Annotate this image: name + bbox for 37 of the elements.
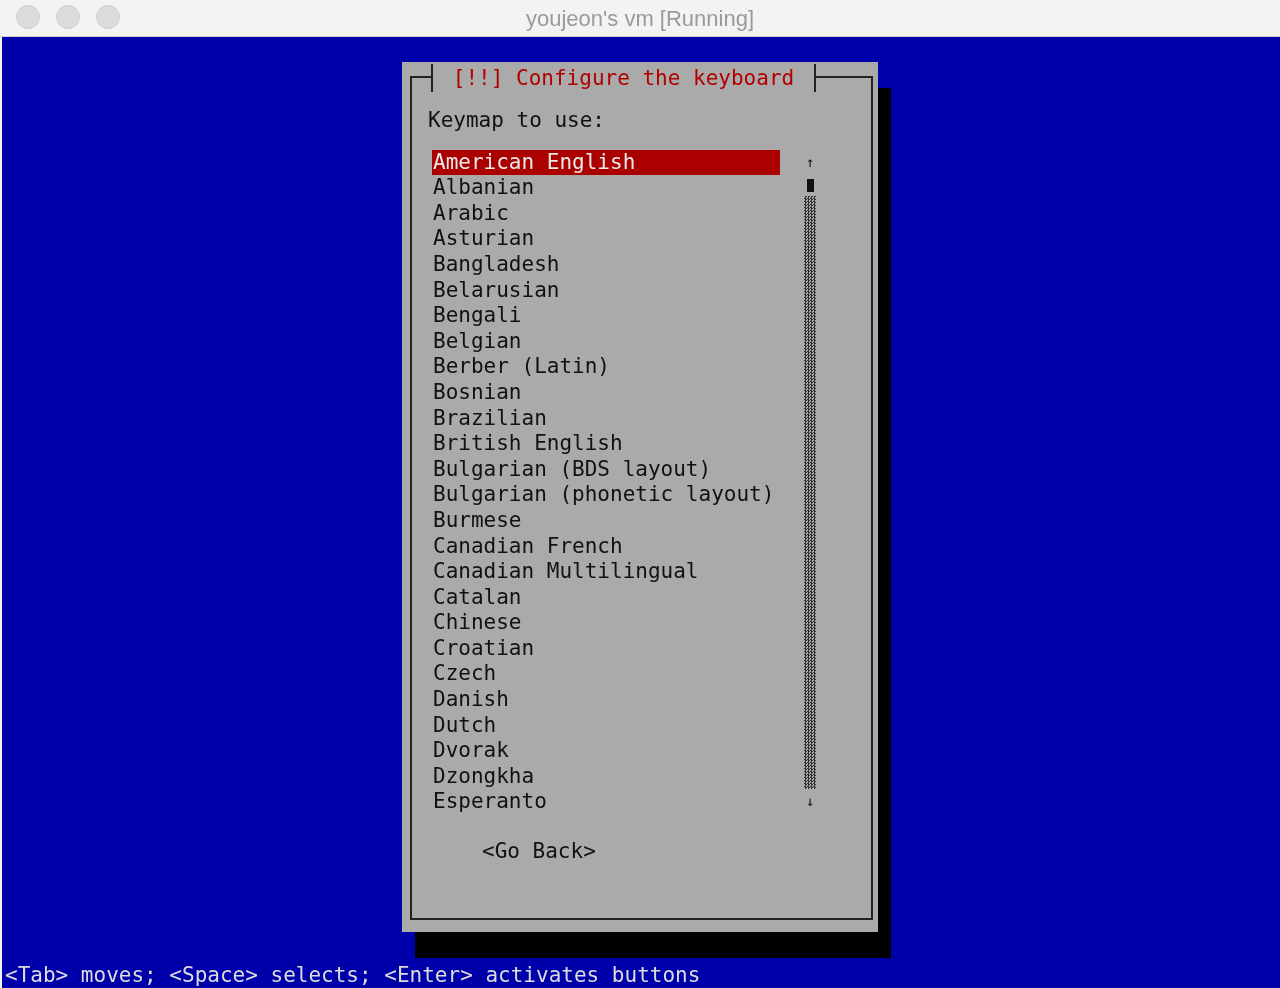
scrollbar-thumb[interactable] xyxy=(806,179,814,193)
keymap-option[interactable]: British English xyxy=(432,431,780,457)
keymap-option[interactable]: Burmese xyxy=(432,507,780,534)
scroll-up-arrow[interactable]: ↑ xyxy=(805,149,815,176)
keymap-option[interactable]: Danish xyxy=(432,687,780,713)
keymap-option[interactable]: Bulgarian (phonetic layout) xyxy=(432,482,780,508)
minimize-window-button[interactable] xyxy=(56,5,80,29)
prompt-label: Keymap to use: xyxy=(428,108,606,134)
keymap-option[interactable]: Asturian xyxy=(432,226,780,252)
dialog-title: [!!] Configure the keyboard xyxy=(430,64,817,92)
status-bar-text: <Tab> moves; <Space> selects; <Enter> activates buttons xyxy=(4,962,702,988)
keymap-option[interactable]: Canadian Multilingual xyxy=(432,559,780,585)
go-back-button[interactable]: <Go Back> xyxy=(482,839,596,864)
keymap-option[interactable]: Chinese xyxy=(432,610,780,636)
scroll-down-arrow[interactable]: ↓ xyxy=(805,789,815,816)
keymap-option[interactable]: Bosnian xyxy=(432,379,780,406)
keymap-option[interactable]: Belarusian xyxy=(432,277,780,304)
zoom-window-button[interactable] xyxy=(96,5,120,29)
keymap-option[interactable]: Dzongkha xyxy=(432,763,780,790)
keymap-option[interactable]: Czech xyxy=(432,661,780,688)
keymap-option[interactable]: Esperanto xyxy=(432,789,780,816)
close-window-button[interactable] xyxy=(16,5,40,29)
keymap-option[interactable]: Bengali xyxy=(432,303,780,329)
keymap-option[interactable]: Belgian xyxy=(432,328,780,355)
keymap-option[interactable]: Albanian xyxy=(432,175,780,201)
keymap-option[interactable]: Brazilian xyxy=(432,405,780,432)
keymap-option[interactable]: Berber (Latin) xyxy=(432,354,780,380)
keymap-option[interactable]: Bulgarian (BDS layout) xyxy=(432,456,780,483)
keymap-option[interactable]: Bangladesh xyxy=(432,251,780,278)
keymap-option[interactable]: Arabic xyxy=(432,200,780,227)
keymap-option[interactable]: Croatian xyxy=(432,635,780,662)
keymap-option[interactable]: American English xyxy=(432,149,780,176)
keymap-option[interactable]: Dutch xyxy=(432,712,780,739)
keymap-option[interactable]: Canadian French xyxy=(432,533,780,560)
keymap-option[interactable]: Catalan xyxy=(432,584,780,611)
window-title: youjeon's vm [Running] xyxy=(526,5,754,31)
keymap-option[interactable]: Dvorak xyxy=(432,738,780,764)
